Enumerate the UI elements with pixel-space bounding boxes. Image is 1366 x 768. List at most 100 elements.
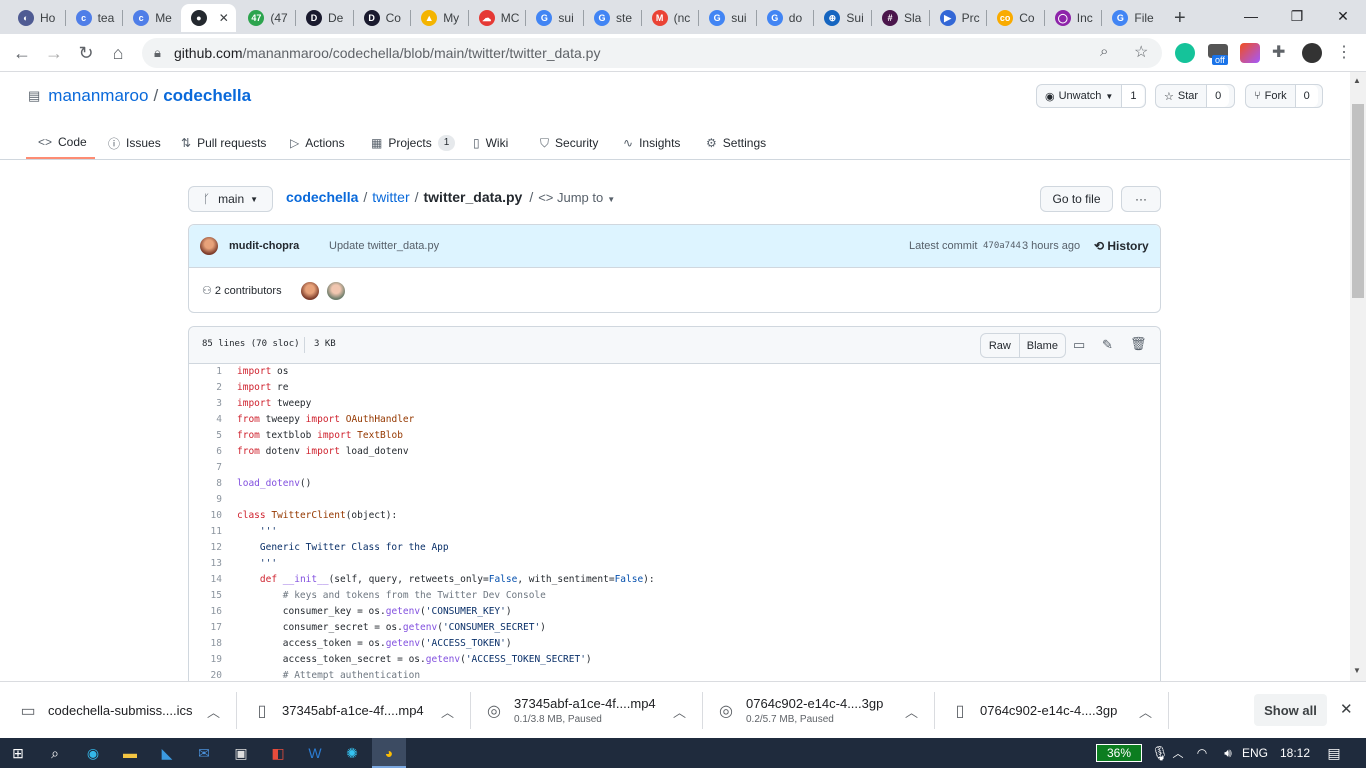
download-item[interactable]: ▯ 37345abf-a1ce-4f....mp4 [254, 682, 464, 739]
trash-delete-icon[interactable]: 🗑︎ [1130, 336, 1147, 352]
history-link[interactable]: ⟲ History [1094, 239, 1149, 253]
browser-tab[interactable]: ◐ Ho [8, 4, 64, 32]
browser-tab[interactable]: ◯ Inc [1045, 4, 1101, 32]
battery-indicator[interactable]: 36% [1096, 744, 1142, 762]
download-chevron-icon[interactable]: ︿ [905, 702, 918, 721]
minimize-button[interactable]: — [1228, 0, 1274, 32]
line-number[interactable]: 11 [190, 526, 222, 537]
desktop-icon[interactable]: ▭ [1073, 337, 1085, 353]
contributor-avatar[interactable] [327, 282, 345, 300]
restore-button[interactable]: ❐ [1274, 0, 1320, 32]
address-bar[interactable]: 🔒︎ github.com/mananmaroo/codechella/blob… [142, 38, 1162, 68]
browser-tab[interactable]: ● ✕ [180, 4, 237, 32]
browser-tab[interactable]: D De [296, 4, 352, 32]
jump-to-dropdown[interactable]: <> Jump to ▼ [538, 190, 615, 205]
commit-sha-link[interactable]: 470a744 [983, 241, 1021, 251]
profile-avatar[interactable] [1302, 43, 1322, 63]
office-icon[interactable]: ◧ [266, 741, 290, 765]
scrollbar-thumb[interactable] [1352, 104, 1364, 298]
settings-app-icon[interactable]: ✺ [340, 741, 364, 765]
pencil-edit-icon[interactable]: ✎ [1102, 337, 1113, 353]
download-chevron-icon[interactable]: ︿ [207, 702, 220, 721]
line-number[interactable]: 19 [190, 654, 222, 665]
line-number[interactable]: 20 [190, 670, 222, 681]
tab-security[interactable]: ⛉ Security [540, 127, 598, 159]
breadcrumb-dir-link[interactable]: twitter [372, 189, 409, 205]
windows-start-icon[interactable]: ⊞ [6, 741, 30, 765]
raw-button[interactable]: Raw [981, 334, 1020, 357]
browser-tab[interactable]: Gste [584, 4, 640, 32]
browser-tab[interactable]: M (nc [642, 4, 698, 32]
search-icon[interactable]: ⌕ [43, 741, 67, 765]
browser-tab[interactable]: ⊕ Sui [814, 4, 870, 32]
line-number[interactable]: 5 [190, 430, 222, 441]
star-button[interactable]: ☆ Star 0 [1155, 84, 1235, 108]
wifi-icon[interactable]: ◠ [1190, 741, 1214, 765]
vscode-icon[interactable]: ◣ [155, 741, 179, 765]
line-number[interactable]: 15 [190, 590, 222, 601]
browser-tab[interactable]: D Co [354, 4, 410, 32]
new-tab-button[interactable]: + [1164, 4, 1186, 32]
tab-insights[interactable]: ∿ Insights [623, 127, 680, 159]
commit-author-avatar[interactable] [200, 237, 218, 255]
tray-chevron-icon[interactable]: ︿ [1166, 741, 1190, 765]
clock[interactable]: 18:12 [1280, 746, 1310, 760]
home-button[interactable]: ⌂ [104, 39, 132, 67]
close-tab-icon[interactable]: ✕ [219, 11, 229, 25]
fork-button[interactable]: ⑂ Fork 0 [1245, 84, 1323, 108]
browser-tab[interactable]: Gsui [526, 4, 582, 32]
browser-tab[interactable]: # Sla [872, 4, 928, 32]
back-button[interactable]: ← [8, 39, 36, 67]
browser-tab[interactable]: Gdo [757, 4, 813, 32]
volume-icon[interactable]: 🔊︎ [1216, 741, 1240, 765]
line-number[interactable]: 10 [190, 510, 222, 521]
store-icon[interactable]: ▣ [229, 741, 253, 765]
line-number[interactable]: 2 [190, 382, 222, 393]
download-chevron-icon[interactable]: ︿ [673, 702, 686, 721]
download-item[interactable]: ◎ 37345abf-a1ce-4f....mp4 0.1/3.8 MB, Paus… [486, 682, 696, 739]
download-chevron-icon[interactable]: ︿ [441, 702, 454, 721]
fork-count[interactable]: 0 [1294, 85, 1318, 107]
tab-code[interactable]: <> Code [26, 127, 95, 159]
download-item[interactable]: ◎ 0764c902-e14c-4....3gp 0.2/5.7 MB, Pause… [718, 682, 928, 739]
browser-tab[interactable]: ☁ MC [469, 4, 525, 32]
file-explorer-icon[interactable]: ▬ [118, 741, 142, 765]
download-item[interactable]: ▯ 0764c902-e14c-4....3gp [952, 682, 1162, 739]
search-icon[interactable]: ⌕ [1100, 43, 1108, 60]
tab-actions[interactable]: ▷ Actions [290, 127, 345, 159]
tab-issues[interactable]: ⓘ Issues [108, 127, 161, 159]
line-number[interactable]: 17 [190, 622, 222, 633]
repo-name-link[interactable]: codechella [163, 86, 251, 106]
tab-wiki[interactable]: ▯ Wiki [473, 127, 508, 159]
commit-author-link[interactable]: mudit-chopra [229, 240, 299, 252]
line-number[interactable]: 13 [190, 558, 222, 569]
close-downloads-bar-icon[interactable]: ✕ [1340, 700, 1353, 718]
line-number[interactable]: 16 [190, 606, 222, 617]
tab-settings[interactable]: ⚙ Settings [706, 127, 766, 159]
go-to-file-button[interactable]: Go to file [1040, 186, 1113, 212]
line-number[interactable]: 3 [190, 398, 222, 409]
scroll-down-icon[interactable]: ▼ [1353, 666, 1361, 675]
browser-tab[interactable]: ▲ My [411, 4, 467, 32]
download-chevron-icon[interactable]: ︿ [1139, 702, 1152, 721]
language-indicator[interactable]: ENG [1242, 746, 1268, 760]
close-window-button[interactable]: ✕ [1320, 0, 1366, 32]
browser-tab[interactable]: G File [1102, 4, 1158, 32]
reload-button[interactable]: ↻ [72, 39, 100, 67]
figma-extension-icon[interactable] [1240, 43, 1260, 63]
browser-tab[interactable]: ▶ Prc [930, 4, 986, 32]
extensions-puzzle-icon[interactable]: ✚ [1272, 42, 1285, 62]
contributor-avatar[interactable] [301, 282, 319, 300]
commit-message-link[interactable]: Update twitter_data.py [329, 240, 439, 252]
browser-tab[interactable]: co Co [987, 4, 1043, 32]
grammarly-extension-icon[interactable] [1175, 43, 1195, 63]
page-scrollbar[interactable]: ▲ ▼ [1350, 72, 1366, 681]
line-number[interactable]: 8 [190, 478, 222, 489]
line-number[interactable]: 9 [190, 494, 222, 505]
browser-tab[interactable]: 47 (47 [238, 4, 294, 32]
word-icon[interactable]: W [303, 741, 327, 765]
watch-count[interactable]: 1 [1121, 85, 1145, 107]
more-options-button[interactable]: ··· [1121, 186, 1161, 212]
bookmark-star-icon[interactable]: ☆ [1134, 42, 1148, 62]
mail-icon[interactable]: ✉ [192, 741, 216, 765]
